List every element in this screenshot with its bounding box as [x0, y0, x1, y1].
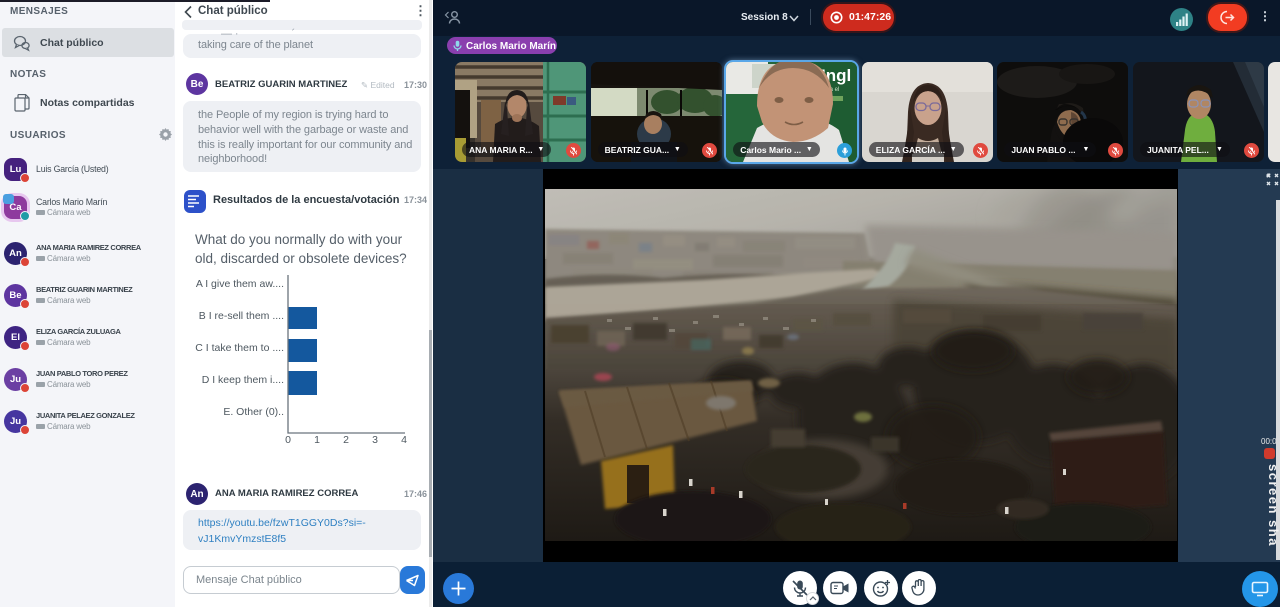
svg-text:1: 1 — [314, 434, 320, 446]
svg-text:D I keep them i....: D I keep them i.... — [202, 374, 284, 386]
svg-text:2: 2 — [343, 434, 349, 446]
svg-text:E. Other (0)..: E. Other (0).. — [223, 406, 284, 418]
svg-text:3: 3 — [372, 434, 378, 446]
svg-text:4: 4 — [401, 434, 407, 446]
svg-text:0: 0 — [285, 434, 291, 446]
svg-text:C I take them to ....: C I take them to .... — [195, 342, 284, 354]
svg-text:B I re-sell them ....: B I re-sell them .... — [199, 310, 284, 322]
svg-text:A I give them aw....: A I give them aw.... — [196, 278, 284, 290]
